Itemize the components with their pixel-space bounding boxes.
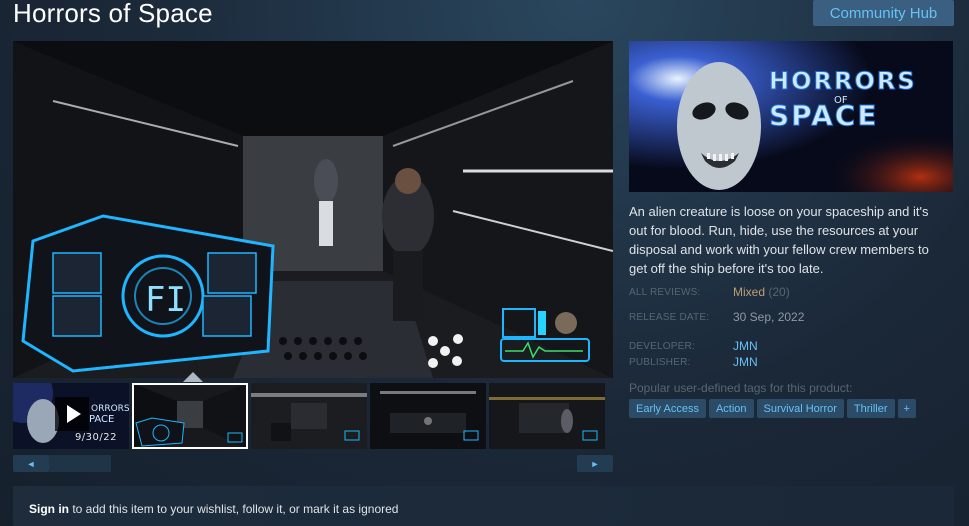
tag-thriller[interactable]: Thriller: [846, 399, 895, 418]
tag-early-access[interactable]: Early Access: [629, 399, 706, 418]
game-header-capsule: HORRORS OF SPACE: [629, 41, 953, 192]
community-hub-button[interactable]: Community Hub: [813, 0, 954, 26]
logo-line2: SPACE: [769, 99, 878, 132]
thumbnail-strip: ORRORS PACE 9/30/22: [13, 383, 613, 450]
tag-action[interactable]: Action: [708, 399, 754, 418]
signin-message: Sign in to add this item to your wishlis…: [29, 502, 398, 516]
thumbnail-screenshot-3[interactable]: [370, 383, 486, 449]
release-date-value: 30 Sep, 2022: [733, 310, 805, 324]
developer-label: DEVELOPER:: [629, 341, 695, 352]
more-tags-button[interactable]: +: [897, 399, 916, 418]
thumbnail-screenshot-2[interactable]: [251, 383, 367, 449]
game-description: An alien creature is loose on your space…: [629, 204, 929, 276]
reviews-summary[interactable]: Mixed (20): [733, 285, 790, 299]
publisher-link[interactable]: JMN: [733, 355, 758, 369]
thumbnail-screenshot-4[interactable]: [489, 383, 605, 449]
thumbnail-video[interactable]: ORRORS PACE 9/30/22: [13, 383, 129, 449]
signin-rest-text: to add this item to your wishlist, follo…: [69, 502, 399, 516]
play-icon: [55, 397, 89, 431]
tag-survival-horror[interactable]: Survival Horror: [756, 399, 844, 418]
logo-line1: HORRORS: [769, 67, 917, 95]
game-logo-image: HORRORS OF SPACE: [629, 41, 953, 192]
screenshot-thumbnail-image: [489, 383, 605, 449]
svg-text:FI: FI: [145, 280, 186, 320]
tags-heading: Popular user-defined tags for this produ…: [629, 381, 853, 395]
selected-thumbnail-indicator: [183, 372, 203, 382]
signin-link[interactable]: Sign in: [29, 502, 69, 516]
release-date-label: RELEASE DATE:: [629, 312, 710, 323]
scrollbar-thumb[interactable]: [49, 455, 111, 472]
signin-bar: Sign in to add this item to your wishlis…: [13, 486, 954, 526]
thumbnail-screenshot-1[interactable]: [132, 383, 248, 449]
publisher-label: PUBLISHER:: [629, 357, 691, 368]
developer-link[interactable]: JMN: [733, 339, 758, 353]
scroll-left-button[interactable]: ◄: [13, 455, 49, 472]
svg-text:ORRORS: ORRORS: [91, 404, 129, 414]
screenshot-thumbnail-image: [370, 383, 486, 449]
screenshot-thumbnail-image: [132, 383, 248, 449]
tags-list: Early Access Action Survival Horror Thri…: [629, 399, 916, 418]
corridor-scene-image: FI: [13, 41, 613, 378]
reviews-summary-text: Mixed: [733, 285, 766, 299]
video-date: 9/30/22: [74, 432, 117, 443]
thumbnail-scrollbar[interactable]: ◄ ►: [13, 455, 613, 473]
scroll-right-button[interactable]: ►: [577, 455, 613, 472]
main-screenshot[interactable]: FI: [13, 41, 613, 378]
page-title: Horrors of Space: [13, 0, 213, 28]
reviews-count: (20): [768, 285, 790, 299]
svg-text:PACE: PACE: [89, 414, 114, 425]
screenshot-thumbnail-image: [251, 383, 367, 449]
reviews-label: ALL REVIEWS:: [629, 287, 701, 298]
